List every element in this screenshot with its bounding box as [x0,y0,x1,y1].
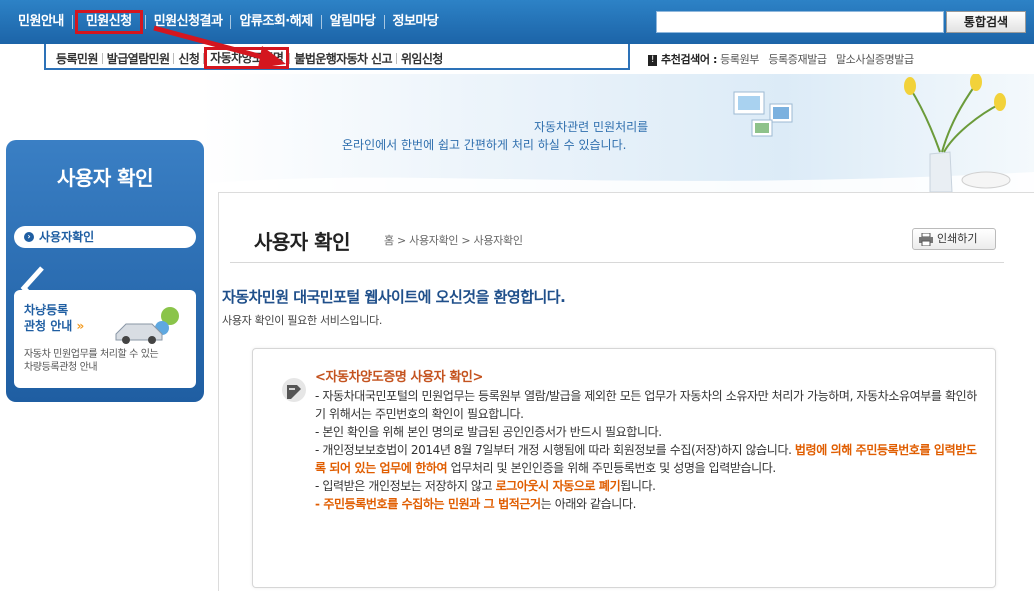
photo-frames-icon [733,91,793,137]
bullet-icon: › [24,231,34,242]
sub-nav-item-illegal-report[interactable]: 불법운행자동차 신고 [290,50,396,67]
top-nav-item-apply[interactable]: 민원신청 [74,10,143,34]
card-description-line-2: 차량등록관청 안내 [24,362,98,373]
notice-text: 업무처리 및 본인인증을 위해 주민등록번호 및 성명을 입력받습니다. [447,461,777,475]
print-button[interactable]: 인쇄하기 [912,228,996,250]
notice-paragraph: - 자동차대국민포털의 민원업무는 등록원부 열람/발급을 제외한 모든 업무가… [315,389,977,421]
notice-paragraph: - 입력받은 개인정보는 저장하지 않고 로그아웃시 자동으로 폐기됩니다. [315,477,981,495]
breadcrumb: 홈 > 사용자확인 > 사용자확인 [384,234,523,247]
notice-highlight: 로그아웃시 자동으로 폐기 [495,479,621,493]
keyword-link[interactable]: 등록증재발급 [768,53,827,66]
alert-icon: ! [648,54,657,66]
notice-text: - 개인정보보호법이 2014년 8월 7일부터 개정 시행됨에 따라 회원정보… [315,443,795,457]
printer-icon [919,233,933,246]
card-description-line-1: 자동차 민원업무를 처리할 수 있는 [24,349,159,360]
welcome-subtext: 사용자 확인이 필요한 서비스입니다. [222,314,383,327]
keywords-label: 추천검색어 : [661,53,718,66]
top-nav-item-guide[interactable]: 민원안내 [10,10,72,34]
keyword-link[interactable]: 등록원부 [720,53,759,66]
card-description: 자동차 민원업무를 처리할 수 있는 차량등록관청 안내 [24,348,159,374]
divider [71,15,73,29]
sidebar-item-user-check[interactable]: › 사용자확인 [14,226,196,248]
divider [230,262,1004,263]
top-nav-item-notices[interactable]: 알림마당 [322,10,384,34]
notice-paragraph: - 개인정보보호법이 2014년 8월 7일부터 개정 시행됨에 따라 회원정보… [315,441,981,477]
car-gear-icon [115,307,179,344]
sub-nav-item-delegation[interactable]: 위임신청 [397,50,447,67]
page-title: 사용자 확인 [254,230,350,254]
recommended-keywords: ! 추천검색어 : 등록원부 등록증재발급 말소사실증명발급 [648,51,914,67]
sub-nav-item-registration[interactable]: 등록민원 [52,50,102,67]
memo-icon [282,378,306,402]
banner-line-1: 자동차관련 민원처리를 [534,120,649,134]
notice-text: - 입력받은 개인정보는 저장하지 않고 [315,479,496,493]
welcome-heading: 자동차민원 대국민포털 웹사이트에 오신것을 환영합니다. [222,288,566,306]
notice-box: <자동차양도증명 사용자 확인> - 자동차대국민포털의 민원업무는 등록원부 … [252,348,996,588]
sidebar-title: 사용자 확인 [57,166,153,190]
tulip-vase-icon [904,74,1011,192]
double-chevron-icon: » [76,319,85,333]
banner-line-2: 온라인에서 한번에 쉽고 간편하게 처리 하실 수 있습니다. [342,138,627,152]
sidebar-item-label: 사용자확인 [39,230,95,244]
top-nav-item-info[interactable]: 정보마당 [385,10,447,34]
card-title-line-2: 관청 안내 [24,319,73,333]
notice-highlight: 주민등록번호를 수집하는 민원과 그 법적근거 [323,497,541,511]
notice-paragraph: - 본인 확인을 위해 본인 명의로 발급된 공인인증서가 반드시 필요합니다. [315,425,662,439]
banner: 자동차관련 민원처리를 온라인에서 한번에 쉽고 간편하게 처리 하실 수 있습… [200,74,1034,192]
search-input[interactable] [656,11,944,33]
chevron-left-icon[interactable] [20,266,46,310]
keyword-link[interactable]: 말소사실증명발급 [836,53,914,66]
search-button[interactable]: 통합검색 [946,11,1026,33]
notice-text: 됩니다. [620,479,656,493]
print-button-label: 인쇄하기 [937,232,978,245]
red-arrow-icon [153,25,286,68]
notice-paragraph: - 주민등록번호를 수집하는 민원과 그 법적근거는 아래와 같습니다. [315,495,981,513]
notice-text: 는 아래와 같습니다. [540,497,637,511]
notice-body: <자동차양도증명 사용자 확인> - 자동차대국민포털의 민원업무는 등록원부 … [315,369,981,513]
notice-heading: <자동차양도증명 사용자 확인> [315,370,483,385]
